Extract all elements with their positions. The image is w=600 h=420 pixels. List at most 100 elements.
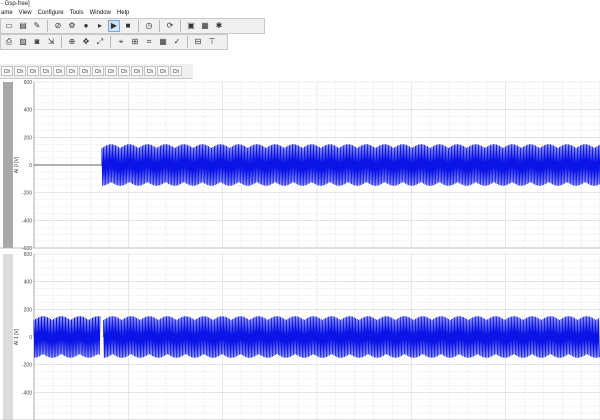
measure-icon: ⊞ bbox=[131, 37, 139, 46]
channel-tab[interactable]: Ch bbox=[144, 66, 156, 76]
view-toolbar: ⎙ ▨ ◙ ⇲ ⊕ ✥ ⤢ ⌖ ⊞ ⌗ ▦ ✓ ⊟ ⊤ bbox=[0, 34, 228, 50]
channel-tab-strip: Ch Ch Ch Ch Ch Ch Ch Ch Ch Ch Ch Ch Ch Ch bbox=[0, 64, 193, 79]
channel-tab[interactable]: Ch bbox=[92, 66, 104, 76]
save-button[interactable]: ▭ bbox=[3, 20, 15, 32]
check-button[interactable]: ✓ bbox=[171, 36, 183, 48]
channel-tab[interactable]: Ch bbox=[40, 66, 52, 76]
channel-tab[interactable]: Ch bbox=[79, 66, 91, 76]
y-tick-label: -400 bbox=[22, 218, 32, 224]
measure-button[interactable]: ⊞ bbox=[129, 36, 141, 48]
stop-sign-button[interactable]: ⊘ bbox=[52, 20, 64, 32]
open-folder-button[interactable]: ▤ bbox=[17, 20, 29, 32]
channel-tab[interactable]: Ch bbox=[170, 66, 182, 76]
window-title: - Gsp-free] bbox=[1, 1, 30, 7]
split-horizontal-icon: ⊟ bbox=[194, 37, 202, 46]
waveform-plot-area[interactable]: AI 0 [V]6004002000-200-400-600AI 1 [V]60… bbox=[0, 78, 600, 420]
menu-configure[interactable]: Configure bbox=[38, 8, 64, 18]
tools-button[interactable]: ✱ bbox=[213, 20, 225, 32]
refresh-button[interactable]: ⟳ bbox=[164, 20, 176, 32]
menu-file[interactable]: ame bbox=[1, 8, 13, 18]
stop-button[interactable]: ■ bbox=[122, 20, 134, 32]
channel-tab[interactable]: Ch bbox=[66, 66, 78, 76]
export-icon: ⇲ bbox=[47, 37, 55, 46]
stop-sign-icon: ⊘ bbox=[54, 21, 62, 30]
y-tick-label: -400 bbox=[22, 390, 32, 396]
toolbar-separator bbox=[110, 36, 111, 48]
channel-label: AI 0 [V] bbox=[14, 156, 20, 173]
menu-view[interactable]: View bbox=[19, 8, 32, 18]
play-button[interactable]: ▶ bbox=[108, 20, 120, 32]
channel-strip bbox=[3, 82, 13, 248]
signal-trace bbox=[33, 316, 101, 358]
step-button[interactable]: ▸ bbox=[94, 20, 106, 32]
channel-tab[interactable]: Ch bbox=[157, 66, 169, 76]
channel-tab[interactable]: Ch bbox=[14, 66, 26, 76]
chip-button[interactable]: ▦ bbox=[199, 20, 211, 32]
image-button[interactable]: ▨ bbox=[17, 36, 29, 48]
step-icon: ▸ bbox=[97, 21, 102, 30]
menu-help[interactable]: Help bbox=[117, 8, 129, 18]
toolbar-separator bbox=[180, 20, 181, 32]
cursor-button[interactable]: ⌖ bbox=[115, 36, 127, 48]
image-icon: ▨ bbox=[19, 37, 27, 46]
y-tick-label: 600 bbox=[24, 80, 33, 86]
y-tick-label: 400 bbox=[24, 108, 33, 114]
print-button[interactable]: ⎙ bbox=[3, 36, 15, 48]
y-tick-label: 200 bbox=[24, 135, 33, 141]
camera-button[interactable]: ◙ bbox=[31, 36, 43, 48]
zoom-icon: ⊕ bbox=[68, 37, 76, 46]
channel-tab[interactable]: Ch bbox=[27, 66, 39, 76]
channel-tab[interactable]: Ch bbox=[118, 66, 130, 76]
edit-button[interactable]: ✎ bbox=[31, 20, 43, 32]
timer-icon: ◷ bbox=[145, 21, 153, 30]
split-vertical-icon: ⊤ bbox=[208, 37, 216, 46]
toolbar-separator bbox=[159, 20, 160, 32]
export-button[interactable]: ⇲ bbox=[45, 36, 57, 48]
zoom-fit-button[interactable]: ⤢ bbox=[94, 36, 106, 48]
zoom-button[interactable]: ⊕ bbox=[66, 36, 78, 48]
y-tick-label: 0 bbox=[29, 335, 32, 341]
y-tick-label: -200 bbox=[22, 191, 32, 197]
channel-tab[interactable]: Ch bbox=[131, 66, 143, 76]
monitor-button[interactable]: ▣ bbox=[185, 20, 197, 32]
main-toolbar: ▭ ▤ ✎ ⊘ ⚙ ● ▸ ▶ ■ ◷ ⟳ ▣ ▦ ✱ bbox=[0, 18, 265, 34]
toolbar-separator bbox=[61, 36, 62, 48]
toolbar-separator bbox=[187, 36, 188, 48]
zoom-fit-icon: ⤢ bbox=[96, 37, 104, 46]
channel-tab[interactable]: Ch bbox=[1, 66, 13, 76]
save-icon: ▭ bbox=[5, 21, 13, 30]
play-icon: ▶ bbox=[110, 21, 118, 30]
tools-icon: ✱ bbox=[215, 21, 223, 30]
open-folder-icon: ▤ bbox=[19, 21, 27, 30]
menu-window[interactable]: Window bbox=[90, 8, 111, 18]
y-tick-label: 600 bbox=[24, 252, 33, 258]
channel-label: AI 1 [V] bbox=[14, 328, 20, 345]
y-tick-label: 200 bbox=[24, 307, 33, 313]
split-horizontal-button[interactable]: ⊟ bbox=[192, 36, 204, 48]
timer-button[interactable]: ◷ bbox=[143, 20, 155, 32]
channel-tab[interactable]: Ch bbox=[105, 66, 117, 76]
monitor-icon: ▣ bbox=[187, 21, 195, 30]
y-tick-label: 0 bbox=[29, 163, 32, 169]
marker-icon: ⌗ bbox=[146, 37, 152, 46]
record-button[interactable]: ● bbox=[80, 20, 92, 32]
y-tick-label: 400 bbox=[24, 280, 33, 286]
settings-icon: ⚙ bbox=[68, 21, 76, 30]
table-button[interactable]: ▦ bbox=[157, 36, 169, 48]
signal-trace bbox=[103, 316, 600, 358]
camera-icon: ◙ bbox=[34, 37, 40, 46]
pan-button[interactable]: ✥ bbox=[80, 36, 92, 48]
toolbar-separator bbox=[47, 20, 48, 32]
channel-tab[interactable]: Ch bbox=[53, 66, 65, 76]
chip-icon: ▦ bbox=[201, 21, 209, 30]
menu-tools[interactable]: Tools bbox=[70, 8, 84, 18]
y-tick-label: -200 bbox=[22, 363, 32, 369]
settings-button[interactable]: ⚙ bbox=[66, 20, 78, 32]
edit-icon: ✎ bbox=[33, 21, 41, 30]
marker-button[interactable]: ⌗ bbox=[143, 36, 155, 48]
refresh-icon: ⟳ bbox=[166, 21, 174, 30]
toolbar-separator bbox=[138, 20, 139, 32]
record-icon: ● bbox=[83, 21, 89, 30]
split-vertical-button[interactable]: ⊤ bbox=[206, 36, 218, 48]
stop-icon: ■ bbox=[125, 21, 131, 30]
